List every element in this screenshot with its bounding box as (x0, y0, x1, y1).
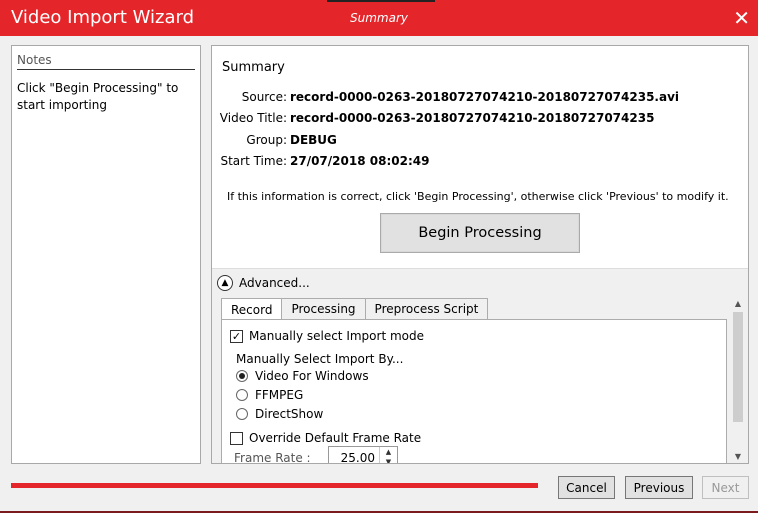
option-video-for-windows[interactable]: Video For Windows (236, 369, 369, 383)
advanced-label: Advanced... (239, 276, 310, 290)
ffmpeg-label: FFMPEG (255, 388, 304, 402)
scroll-up-icon[interactable]: ▲ (731, 298, 745, 310)
override-frame-rate-option[interactable]: Override Default Frame Rate (230, 431, 421, 445)
title-bar-indicator (327, 0, 435, 2)
group-value: DEBUG (290, 133, 337, 147)
next-button[interactable]: Next (702, 476, 749, 499)
cancel-button[interactable]: Cancel (558, 476, 615, 499)
advanced-scrollbar[interactable]: ▲ ▼ (731, 298, 745, 463)
begin-processing-button[interactable]: Begin Processing (380, 213, 580, 253)
radio-ffmpeg[interactable] (236, 389, 248, 401)
manual-mode-checkbox[interactable]: ✓ (230, 329, 243, 343)
summary-heading: Summary (222, 60, 285, 75)
start-time-label: Start Time: (220, 154, 287, 168)
select-by-label: Manually Select Import By... (236, 352, 404, 366)
advanced-section: ▲ Advanced... Record Processing Preproce… (212, 268, 748, 464)
start-time-row: Start Time: 27/07/2018 08:02:49 (212, 154, 748, 170)
option-ffmpeg[interactable]: FFMPEG (236, 388, 303, 402)
video-for-windows-label: Video For Windows (255, 369, 369, 383)
start-time-value: 27/07/2018 08:02:49 (290, 154, 430, 168)
advanced-tabs: Record Processing Preprocess Script (221, 298, 489, 320)
source-label: Source: (241, 90, 287, 104)
video-title-value: record-0000-0263-20180727074210-20180727… (290, 111, 655, 125)
title-bar: Video Import Wizard Summary ✕ (0, 0, 758, 36)
notes-heading: Notes (17, 53, 195, 70)
step-title: Summary (350, 11, 408, 25)
record-tab-panel: ✓ Manually select Import mode Manually S… (221, 319, 727, 464)
summary-panel: Summary Source: record-0000-0263-2018072… (211, 45, 749, 464)
directshow-label: DirectShow (255, 407, 324, 421)
manual-mode-label: Manually select Import mode (249, 329, 424, 343)
group-row: Group: DEBUG (212, 133, 748, 149)
chevron-up-icon: ▲ (217, 275, 233, 291)
source-value: record-0000-0263-20180727074210-20180727… (290, 90, 680, 104)
tab-record[interactable]: Record (221, 298, 283, 320)
advanced-toggle[interactable]: ▲ Advanced... (217, 275, 310, 291)
frame-rate-label: Frame Rate : (234, 451, 311, 464)
scroll-thumb[interactable] (733, 312, 743, 422)
scroll-down-icon[interactable]: ▼ (731, 451, 745, 463)
spin-arrows-icon[interactable]: ▲ ▼ (379, 447, 397, 463)
wizard-progress-bar (11, 483, 538, 488)
video-title-label: Video Title: (219, 111, 287, 125)
override-frame-rate-checkbox[interactable] (230, 431, 243, 445)
video-title-row: Video Title: record-0000-0263-2018072707… (212, 111, 748, 127)
source-row: Source: record-0000-0263-20180727074210-… (212, 90, 748, 106)
option-directshow[interactable]: DirectShow (236, 407, 323, 421)
previous-button[interactable]: Previous (625, 476, 693, 499)
override-frame-rate-label: Override Default Frame Rate (249, 431, 422, 445)
frame-rate-stepper[interactable]: 25.00 ▲ ▼ (328, 446, 398, 463)
radio-directshow[interactable] (236, 408, 248, 420)
frame-rate-value[interactable]: 25.00 (341, 451, 375, 463)
close-icon[interactable]: ✕ (733, 6, 750, 30)
notes-panel: Notes Click "Begin Processing" to start … (11, 45, 201, 464)
group-label: Group: (246, 133, 287, 147)
radio-video-for-windows[interactable] (236, 370, 248, 382)
tab-preprocess-script[interactable]: Preprocess Script (364, 298, 489, 319)
tab-processing[interactable]: Processing (281, 298, 366, 319)
notes-text: Click "Begin Processing" to start import… (17, 81, 179, 112)
manual-mode-option[interactable]: ✓ Manually select Import mode (230, 329, 424, 343)
info-text: If this information is correct, click 'B… (227, 190, 729, 203)
